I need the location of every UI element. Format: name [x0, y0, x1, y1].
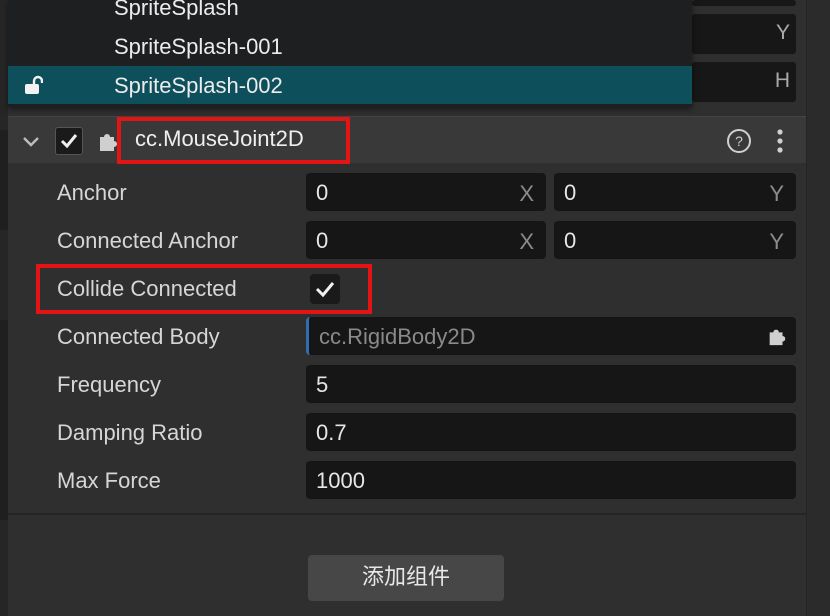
- axis-label-y: Y: [769, 229, 784, 254]
- max-force-value: 1000: [316, 468, 365, 493]
- add-component-button[interactable]: 添加组件: [308, 555, 504, 601]
- connected-body-label: Connected Body: [57, 324, 220, 349]
- connected-anchor-y-value: 0: [564, 228, 577, 253]
- dropdown-item-label: SpriteSplash-001: [114, 34, 283, 59]
- left-panel-edge: [0, 0, 8, 616]
- chevron-down-icon[interactable]: [20, 130, 42, 152]
- divider: [8, 513, 806, 515]
- damping-ratio-input[interactable]: 0.7: [306, 413, 796, 451]
- help-icon[interactable]: ?: [726, 128, 752, 154]
- node-dropdown-list: SpriteSplash SpriteSplash-001 SpriteSpla…: [8, 0, 692, 107]
- axis-label-y: Y: [775, 21, 790, 44]
- frequency-input[interactable]: 5: [306, 365, 796, 403]
- dropdown-item[interactable]: SpriteSplash-001: [8, 27, 692, 65]
- anchor-x-input[interactable]: 0 X: [306, 173, 546, 211]
- collide-connected-checkbox[interactable]: [310, 274, 340, 304]
- connected-anchor-x-input[interactable]: 0 X: [306, 221, 546, 259]
- checkmark-icon: [60, 134, 78, 149]
- damping-ratio-label: Damping Ratio: [57, 420, 203, 445]
- scrollbar-track[interactable]: [806, 0, 830, 616]
- frequency-label: Frequency: [57, 372, 161, 397]
- connected-body-value: cc.RigidBody2D: [319, 324, 476, 349]
- frequency-value: 5: [316, 372, 329, 397]
- axis-label-x: X: [519, 229, 534, 254]
- unlock-icon[interactable]: [23, 75, 43, 95]
- dropdown-item-label: SpriteSplash-002: [114, 73, 283, 98]
- axis-label-y: Y: [769, 181, 784, 206]
- axis-label-x: X: [519, 181, 534, 206]
- bg-field-top: [692, 0, 796, 6]
- axis-label-h: H: [774, 69, 790, 92]
- checkmark-icon: [315, 282, 335, 298]
- component-enabled-checkbox[interactable]: [55, 127, 83, 155]
- connected-anchor-y-input[interactable]: 0 Y: [554, 221, 796, 259]
- puzzle-icon: [100, 134, 117, 151]
- svg-text:?: ?: [735, 133, 743, 149]
- component-header[interactable]: cc.MouseJoint2D ?: [8, 116, 806, 163]
- anchor-y-value: 0: [564, 180, 577, 205]
- damping-ratio-value: 0.7: [316, 420, 347, 445]
- connected-anchor-x-value: 0: [316, 228, 329, 253]
- puzzle-icon[interactable]: [766, 325, 788, 347]
- bg-field-h[interactable]: H: [692, 62, 796, 102]
- anchor-label: Anchor: [57, 180, 127, 205]
- collide-connected-label: Collide Connected: [57, 276, 237, 301]
- max-force-label: Max Force: [57, 468, 161, 493]
- anchor-y-input[interactable]: 0 Y: [554, 173, 796, 211]
- connected-body-ref-field[interactable]: cc.RigidBody2D: [306, 317, 796, 355]
- connected-anchor-label: Connected Anchor: [57, 228, 239, 253]
- max-force-input[interactable]: 1000: [306, 461, 796, 499]
- dropdown-item-selected[interactable]: SpriteSplash-002: [8, 66, 692, 104]
- anchor-x-value: 0: [316, 180, 329, 205]
- more-vertical-icon[interactable]: [772, 127, 788, 155]
- dropdown-item[interactable]: SpriteSplash: [8, 0, 692, 26]
- component-title: cc.MouseJoint2D: [135, 126, 304, 151]
- bg-field-y[interactable]: Y: [692, 14, 796, 54]
- dropdown-item-label: SpriteSplash: [114, 0, 239, 20]
